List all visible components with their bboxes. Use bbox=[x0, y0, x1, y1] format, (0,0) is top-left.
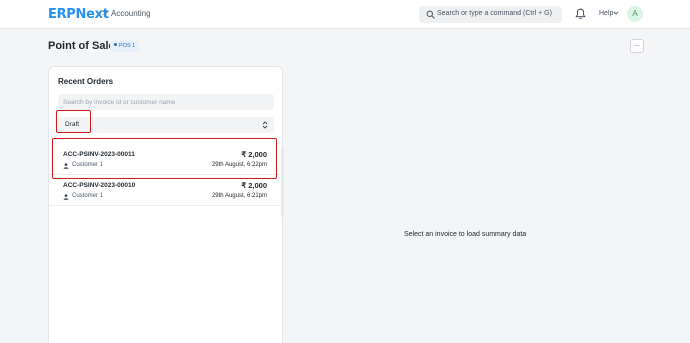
recent-orders-panel: Recent Orders Draft ACC-PSINV-2023-00011… bbox=[48, 66, 284, 343]
breadcrumb-separator: > bbox=[102, 8, 108, 19]
order-search-input[interactable] bbox=[58, 94, 274, 110]
user-icon bbox=[63, 194, 69, 200]
customer-name: Customer 1 bbox=[72, 162, 104, 168]
invoice-date: 29th August, 6:22pm bbox=[211, 162, 267, 168]
breadcrumb-accounting[interactable]: Accounting bbox=[111, 9, 151, 18]
summary-empty-message: Select an invoice to load summary data bbox=[404, 231, 527, 238]
search-icon bbox=[426, 10, 435, 19]
status-filter-select[interactable]: Draft bbox=[58, 117, 274, 133]
status-dot-icon bbox=[114, 43, 117, 47]
select-arrows-icon bbox=[262, 121, 268, 129]
invoice-date: 29th August, 6:21pm bbox=[211, 193, 267, 199]
pos-profile-badge: POS 1 bbox=[110, 41, 140, 52]
customer-name: Customer 1 bbox=[72, 193, 104, 199]
invoice-id: ACC-PSINV-2023-00010 bbox=[63, 182, 136, 189]
more-options-button[interactable]: ... bbox=[630, 39, 644, 53]
chevron-down-icon[interactable] bbox=[613, 10, 619, 16]
status-filter-value: Draft bbox=[65, 121, 80, 128]
notification-bell-icon[interactable] bbox=[575, 8, 586, 20]
awesomebar-search[interactable]: Search or type a command (Ctrl + G) bbox=[419, 6, 562, 23]
navbar: ERPNext > Accounting Search or type a co… bbox=[0, 0, 690, 29]
help-menu[interactable]: Help bbox=[599, 10, 613, 17]
erpnext-logo[interactable]: ERPNext bbox=[48, 7, 109, 22]
invoice-amount: ₹ 2,000 bbox=[241, 150, 267, 159]
recent-orders-title: Recent Orders bbox=[58, 77, 114, 86]
order-list-scrollbar[interactable] bbox=[281, 147, 284, 217]
order-list-item[interactable]: ACC-PSINV-2023-00010 ₹ 2,000 Customer 1 … bbox=[49, 175, 281, 206]
user-icon bbox=[63, 163, 69, 169]
search-placeholder: Search or type a command (Ctrl + G) bbox=[437, 10, 552, 17]
pos-profile-label: POS 1 bbox=[119, 43, 136, 49]
order-list-item[interactable]: ACC-PSINV-2023-00011 ₹ 2,000 Customer 1 … bbox=[49, 144, 281, 175]
invoice-amount: ₹ 2,000 bbox=[241, 181, 267, 190]
invoice-id: ACC-PSINV-2023-00011 bbox=[63, 151, 135, 158]
page-title: Point of Sale bbox=[48, 40, 115, 52]
avatar[interactable]: A bbox=[627, 6, 643, 22]
